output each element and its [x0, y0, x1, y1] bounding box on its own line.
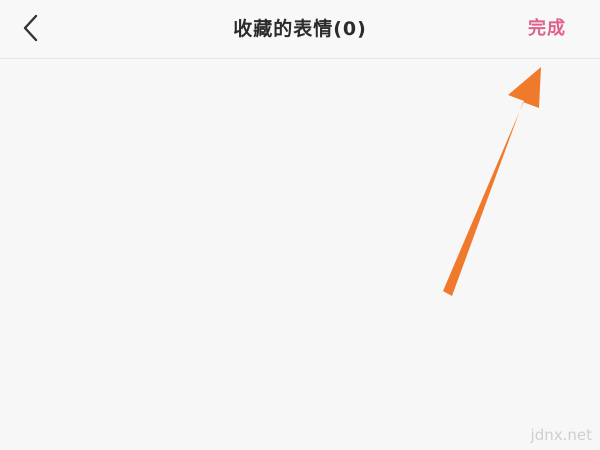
sticker-list-area	[0, 59, 600, 450]
done-button[interactable]: 完成	[528, 14, 566, 40]
watermark-text: jdnx.net	[530, 426, 592, 444]
back-button[interactable]	[10, 6, 54, 50]
page-title: 收藏的表情(0)	[233, 18, 367, 40]
favorite-stickers-screen: 收藏的表情(0) 完成 jdnx.net	[0, 0, 600, 450]
navigation-bar: 收藏的表情(0) 完成	[0, 0, 600, 59]
chevron-left-icon	[23, 14, 38, 42]
